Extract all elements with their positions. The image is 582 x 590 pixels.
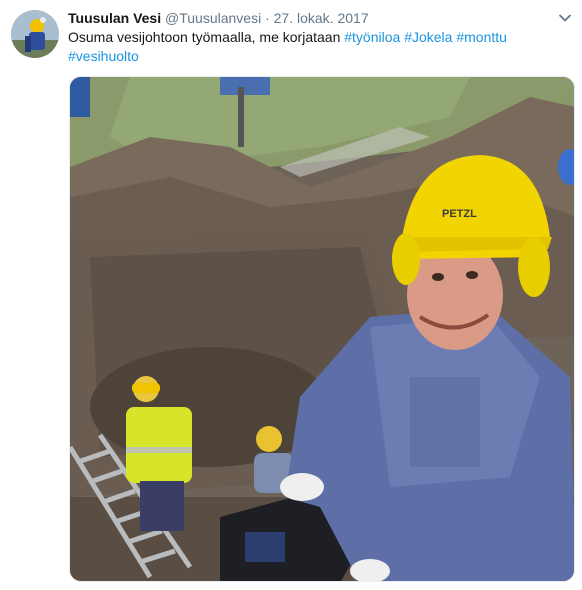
- hashtag-link[interactable]: #monttu: [456, 29, 507, 45]
- hashtag-link[interactable]: #työniloa: [344, 29, 400, 45]
- tweet-header: Tuusulan Vesi @Tuusulanvesi · 27. lokak.…: [68, 9, 369, 27]
- separator: ·: [265, 10, 270, 26]
- tweet-photo[interactable]: PETZL: [69, 76, 575, 582]
- tweet[interactable]: Tuusulan Vesi @Tuusulanvesi · 27. lokak.…: [0, 0, 582, 590]
- tweet-body: Osuma vesijohtoon työmaalla, me korjataa…: [68, 29, 341, 45]
- author-handle[interactable]: @Tuusulanvesi: [165, 10, 261, 26]
- hashtag-link[interactable]: #Jokela: [404, 29, 452, 45]
- author-name[interactable]: Tuusulan Vesi: [68, 10, 161, 26]
- tweet-date[interactable]: 27. lokak. 2017: [274, 10, 369, 26]
- chevron-down-icon[interactable]: [557, 10, 573, 26]
- hashtag-link[interactable]: #vesihuolto: [68, 48, 139, 64]
- svg-text:PETZL: PETZL: [442, 208, 477, 220]
- avatar[interactable]: [11, 10, 59, 58]
- tweet-text: Osuma vesijohtoon työmaalla, me korjataa…: [68, 28, 548, 66]
